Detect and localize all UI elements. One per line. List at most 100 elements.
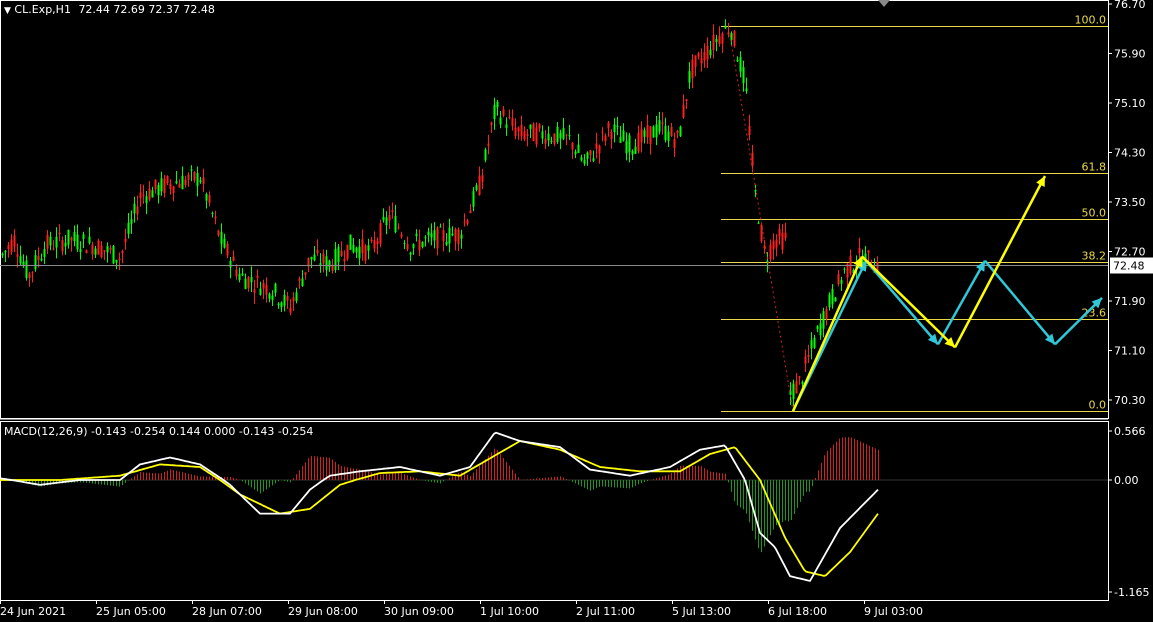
candle-body — [574, 151, 577, 155]
candle-body — [388, 214, 391, 221]
candle-body — [559, 132, 562, 139]
candle-body — [214, 216, 217, 219]
candle-body — [82, 234, 85, 239]
y-tick-label: 72.70 — [1114, 246, 1146, 259]
candle-body — [784, 232, 787, 239]
candle-body — [798, 376, 801, 378]
candle-body — [792, 383, 795, 400]
candle-body — [349, 234, 352, 250]
candle-body — [718, 36, 721, 45]
candle-body — [610, 131, 613, 140]
symbol-header[interactable]: ▼ CL.Exp,H1 72.44 72.69 72.37 72.48 — [4, 3, 215, 16]
x-tick-label: 29 Jun 08:00 — [288, 605, 358, 618]
candle-body — [736, 59, 739, 62]
candle-body — [472, 191, 475, 207]
x-tick-label: 9 Jul 03:00 — [864, 605, 923, 618]
macd-label: MACD(12,26,9) -0.143 -0.254 0.144 0.000 … — [4, 425, 314, 438]
candle-body — [382, 216, 385, 221]
main-panel-border — [0, 0, 1109, 419]
candle-body — [706, 46, 709, 60]
candle-body — [262, 282, 265, 289]
candle-body — [691, 59, 694, 79]
candle-body — [400, 234, 403, 237]
candle-body — [628, 135, 631, 153]
candle-body — [10, 239, 13, 253]
candle-body — [634, 146, 637, 154]
candle-body — [130, 219, 133, 224]
candle-body — [604, 136, 607, 142]
candle-body — [394, 215, 397, 233]
dotted-trendline[interactable] — [729, 34, 794, 412]
candle-body — [85, 250, 88, 254]
candle-body — [133, 203, 136, 214]
candle-body — [619, 136, 622, 143]
candle-body — [91, 244, 94, 255]
candle-body — [106, 246, 109, 253]
candle-body — [772, 241, 775, 250]
candle-body — [496, 101, 499, 108]
candle-body — [709, 49, 712, 56]
candle-body — [253, 289, 256, 293]
candle-body — [364, 245, 367, 261]
candle-body — [583, 159, 586, 164]
candle-body — [733, 31, 736, 46]
candle-body — [280, 302, 283, 308]
price-chart[interactable]: 100.061.850.038.223.60.0 76.7075.9075.10… — [0, 0, 1153, 622]
projection-arrows[interactable] — [791, 175, 1103, 412]
fib-level-label: 61.8 — [1082, 161, 1107, 174]
yellow-projection-arrow — [791, 255, 864, 412]
candle-body — [46, 234, 49, 249]
candle-body — [664, 125, 667, 141]
candle-body — [391, 210, 394, 213]
candle-body — [721, 33, 724, 44]
candle-body — [385, 217, 388, 226]
candle-body — [781, 232, 784, 250]
candle-body — [403, 243, 406, 245]
x-tick-label: 25 Jun 05:00 — [96, 605, 166, 618]
candle-body — [148, 188, 151, 200]
candle-body — [112, 245, 115, 264]
candle-body — [22, 261, 25, 265]
candle-body — [220, 231, 223, 244]
candle-body — [151, 190, 154, 198]
candle-body — [451, 233, 454, 236]
candle-body — [358, 246, 361, 259]
candle-body — [304, 272, 307, 275]
candle-body — [424, 237, 427, 239]
candle-body — [187, 174, 190, 180]
candle-body — [256, 275, 259, 278]
candle-body — [439, 226, 442, 228]
candle-body — [487, 143, 490, 146]
candle-body — [142, 194, 145, 196]
candle-body — [34, 255, 37, 270]
candle-body — [565, 134, 568, 136]
candle-body — [298, 278, 301, 281]
candle-body — [544, 138, 547, 144]
candle-body — [742, 67, 745, 84]
candle-body — [277, 303, 280, 306]
candle-body — [115, 259, 118, 263]
candle-body — [807, 354, 810, 357]
candle-body — [625, 140, 628, 154]
candle-body — [37, 255, 40, 261]
candle-body — [652, 126, 655, 138]
candle-body — [724, 25, 727, 29]
candle-body — [421, 241, 424, 248]
fibonacci-retracement[interactable]: 100.061.850.038.223.60.0 — [721, 14, 1108, 412]
candle-body — [283, 294, 286, 306]
candle-body — [259, 288, 262, 295]
candle-body — [100, 245, 103, 258]
candle-body — [463, 221, 466, 223]
candle-body — [601, 131, 604, 133]
candle-body — [208, 195, 211, 203]
candle-body — [337, 246, 340, 263]
candle-body — [25, 260, 28, 279]
candle-body — [217, 230, 220, 236]
triangle-down-icon[interactable]: ▼ — [4, 6, 11, 16]
candle-body — [592, 158, 595, 161]
y-tick-label: 71.10 — [1114, 345, 1146, 358]
candle-body — [769, 244, 772, 260]
candle-body — [13, 235, 16, 247]
candle-body — [466, 220, 469, 224]
candle-body — [64, 242, 67, 247]
